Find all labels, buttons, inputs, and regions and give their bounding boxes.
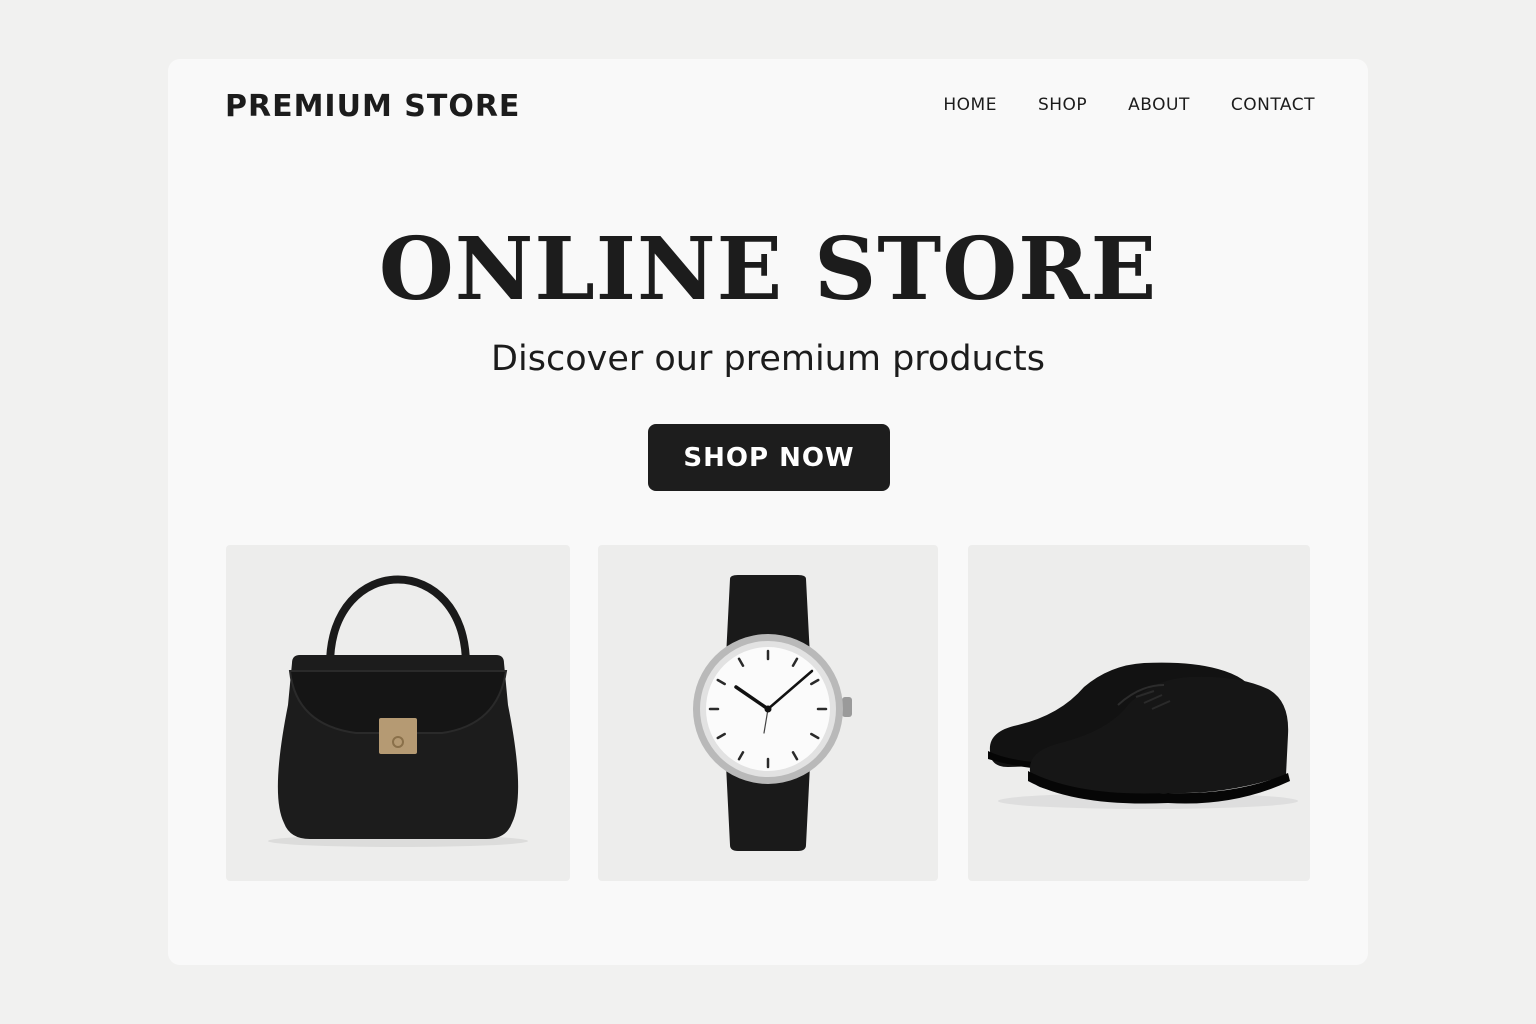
hero-title: ONLINE STORE: [378, 219, 1158, 320]
nav-about[interactable]: ABOUT: [1128, 95, 1190, 115]
store-card: PREMIUM STORE HOME SHOP ABOUT CONTACT ON…: [168, 59, 1368, 965]
shop-now-button[interactable]: SHOP NOW: [648, 424, 890, 491]
hero-subtitle: Discover our premium products: [491, 339, 1045, 379]
product-card-watch[interactable]: [598, 545, 938, 881]
shoes-icon: [988, 662, 1298, 809]
product-card-shoes[interactable]: [968, 545, 1310, 881]
nav-home[interactable]: HOME: [943, 95, 997, 115]
brand-logo[interactable]: PREMIUM STORE: [225, 89, 520, 124]
handbag-icon: [268, 575, 528, 847]
product-card-handbag[interactable]: [226, 545, 570, 881]
watch-icon: [693, 575, 852, 851]
nav-contact[interactable]: CONTACT: [1231, 95, 1315, 115]
main-nav: HOME SHOP ABOUT CONTACT: [943, 95, 1315, 115]
nav-shop[interactable]: SHOP: [1038, 95, 1087, 115]
